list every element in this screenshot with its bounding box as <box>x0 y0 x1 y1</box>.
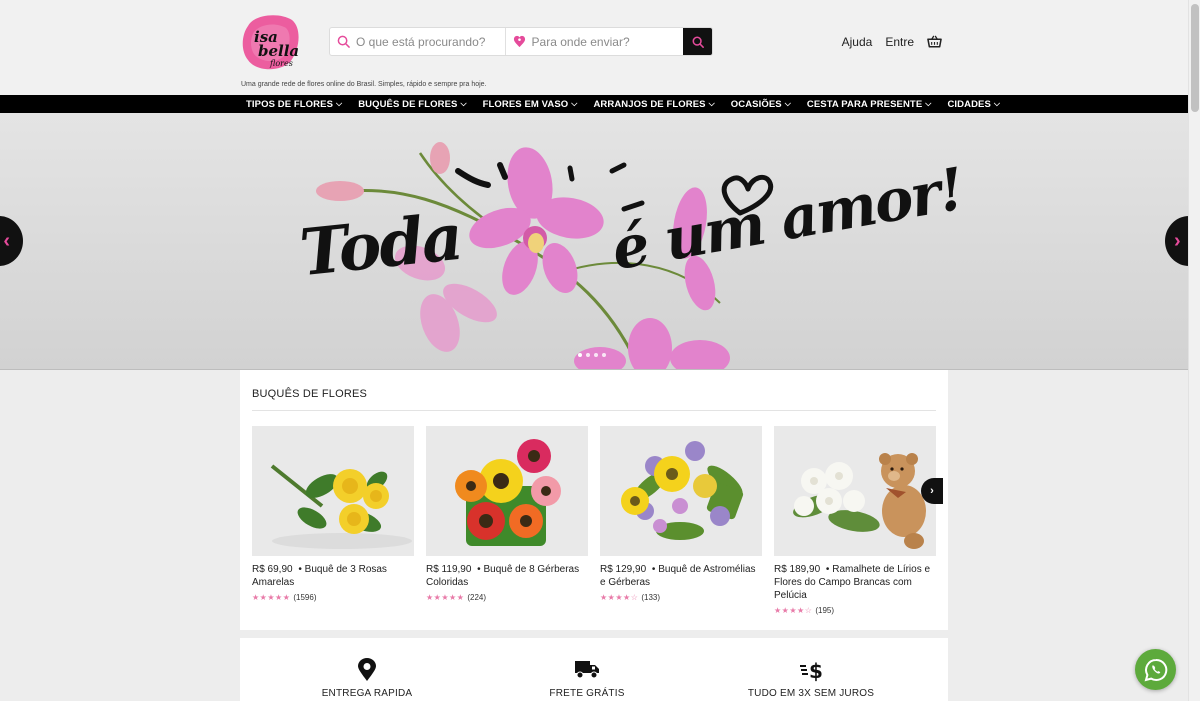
site-logo[interactable]: isa bella flores <box>240 12 302 72</box>
carousel-dot[interactable] <box>594 353 598 357</box>
svg-text:$: $ <box>809 659 823 682</box>
svg-text:bella: bella <box>258 42 299 60</box>
nav-item-cidades[interactable]: CIDADES ⌵ <box>947 99 1000 110</box>
nav-item-ocasioes[interactable]: OCASIÕES ⌵ <box>731 99 791 110</box>
chevron-down-icon: ⌵ <box>925 99 932 108</box>
product-price: R$ 129,90 <box>600 564 647 575</box>
product-info: R$ 189,90 • Ramalhete de Lírios e Flores… <box>774 564 931 601</box>
chevron-down-icon: ⌵ <box>993 99 1001 108</box>
nav-item-buques-de-flores[interactable]: BUQUÊS DE FLORES ⌵ <box>358 99 466 110</box>
product-price: R$ 189,90 <box>774 564 821 575</box>
nav-item-label: CESTA PARA PRESENTE <box>806 98 923 110</box>
svg-text:flores: flores <box>269 59 293 68</box>
review-count: (133) <box>641 593 661 602</box>
product-price: R$ 119,90 <box>426 564 472 575</box>
destination-field[interactable] <box>506 28 684 55</box>
product-image[interactable] <box>252 426 414 556</box>
cart-icon[interactable] <box>927 35 942 49</box>
carousel-dot[interactable] <box>578 353 582 357</box>
nav-item-label: ARRANJOS DE FLORES <box>593 98 706 110</box>
search-button[interactable] <box>683 28 712 55</box>
product-price: R$ 69,90 <box>252 564 293 575</box>
carousel-dot[interactable] <box>586 353 590 357</box>
search-field[interactable] <box>330 28 506 55</box>
carousel-dot[interactable] <box>602 353 606 357</box>
nav-item-flores-em-vaso[interactable]: FLORES EM VASO ⌵ <box>483 99 578 110</box>
star-rating-icon: ★★★★☆ <box>600 593 639 602</box>
site-header: isa bella flores Uma grande rede de flor… <box>0 0 1188 95</box>
product-card[interactable]: R$ 129,90 • Buquê de Astromélias e Gérbe… <box>600 426 762 602</box>
star-rating-icon: ★★★★☆ <box>774 606 813 615</box>
product-info: R$ 129,90 • Buquê de Astromélias e Gérbe… <box>600 564 756 588</box>
products-section: BUQUÊS DE FLORES R$ 69,90 • Buquê de 3 R… <box>240 370 948 630</box>
page-scrollbar[interactable] <box>1188 0 1200 701</box>
help-link[interactable]: Ajuda <box>842 33 873 51</box>
chevron-down-icon: ⌵ <box>784 99 791 108</box>
carousel-dots <box>578 353 606 357</box>
review-count: (1596) <box>293 593 317 602</box>
star-rating-icon: ★★★★★ <box>426 593 465 602</box>
products-next-button[interactable]: › <box>921 478 943 504</box>
hero-banner[interactable]: Toda é um amor! <box>0 113 1188 370</box>
chevron-down-icon: ⌵ <box>460 99 467 108</box>
review-count: (195) <box>815 606 835 615</box>
chevron-left-icon: ‹ <box>3 229 10 252</box>
nav-item-label: TIPOS DE FLORES <box>246 98 334 110</box>
product-image[interactable] <box>600 426 762 556</box>
search-bar <box>329 27 713 56</box>
section-title: BUQUÊS DE FLORES <box>252 388 368 400</box>
divider <box>252 410 936 411</box>
location-heart-icon <box>513 35 525 48</box>
whatsapp-button[interactable] <box>1135 649 1176 690</box>
product-rating: ★★★★☆ (133) <box>600 593 762 602</box>
top-links: Ajuda Entre <box>842 33 942 51</box>
nav-item-label: CIDADES <box>947 98 991 110</box>
product-card[interactable]: R$ 119,90 • Buquê de 8 Gérberas Colorida… <box>426 426 588 602</box>
chevron-down-icon: ⌵ <box>708 99 715 108</box>
chevron-down-icon: ⌵ <box>336 99 343 108</box>
nav-item-label: FLORES EM VASO <box>482 98 569 110</box>
nav-item-cesta-para-presente[interactable]: CESTA PARA PRESENTE ⌵ <box>807 99 932 110</box>
search-icon <box>337 35 350 48</box>
location-pin-icon <box>287 658 447 682</box>
product-card[interactable]: R$ 69,90 • Buquê de 3 Rosas Amarelas ★★★… <box>252 426 414 602</box>
product-rating: ★★★★★ (1596) <box>252 593 414 602</box>
product-rating: ★★★★☆ (195) <box>774 606 936 615</box>
product-info: R$ 119,90 • Buquê de 8 Gérberas Colorida… <box>426 564 580 588</box>
product-card[interactable]: R$ 189,90 • Ramalhete de Lírios e Flores… <box>774 426 936 615</box>
product-rating: ★★★★★ (224) <box>426 593 588 602</box>
search-icon <box>692 36 704 48</box>
truck-icon <box>507 658 667 682</box>
search-input[interactable] <box>356 34 496 49</box>
feature-item: FRETE GRÁTIS <box>507 658 667 699</box>
nav-item-label: BUQUÊS DE FLORES <box>358 98 458 110</box>
feature-label: ENTREGA RAPIDA <box>321 688 413 699</box>
scrollbar-thumb[interactable] <box>1191 4 1199 112</box>
product-image[interactable] <box>426 426 588 556</box>
orchid-illustration <box>316 142 774 369</box>
feature-item: ENTREGA RAPIDA <box>287 658 447 699</box>
chevron-down-icon: ⌵ <box>571 99 578 108</box>
feature-label: TUDO EM 3X SEM JUROS <box>747 688 875 699</box>
features-bar: ENTREGA RAPIDA FRETE GRÁTIS $ TUDO EM 3X… <box>240 638 948 701</box>
destination-input[interactable] <box>531 34 672 49</box>
nav-item-arranjos-de-flores[interactable]: ARRANJOS DE FLORES ⌵ <box>593 99 714 110</box>
review-count: (224) <box>467 593 487 602</box>
product-image[interactable] <box>774 426 936 556</box>
chevron-right-icon: › <box>930 485 934 497</box>
chevron-right-icon: › <box>1174 229 1181 252</box>
dollar-icon: $ <box>731 658 891 682</box>
product-info: R$ 69,90 • Buquê de 3 Rosas Amarelas <box>252 564 387 588</box>
nav-item-label: OCASIÕES <box>730 98 782 110</box>
site-tagline: Uma grande rede de flores online do Bras… <box>241 81 487 88</box>
star-rating-icon: ★★★★★ <box>252 593 291 602</box>
whatsapp-icon <box>1144 658 1167 681</box>
feature-item: $ TUDO EM 3X SEM JUROS <box>731 658 891 699</box>
nav-item-tipos-de-flores[interactable]: TIPOS DE FLORES ⌵ <box>246 99 342 110</box>
main-nav: TIPOS DE FLORES ⌵ BUQUÊS DE FLORES ⌵ FLORE… <box>0 95 1188 113</box>
login-link[interactable]: Entre <box>885 33 914 51</box>
feature-label: FRETE GRÁTIS <box>549 688 625 699</box>
